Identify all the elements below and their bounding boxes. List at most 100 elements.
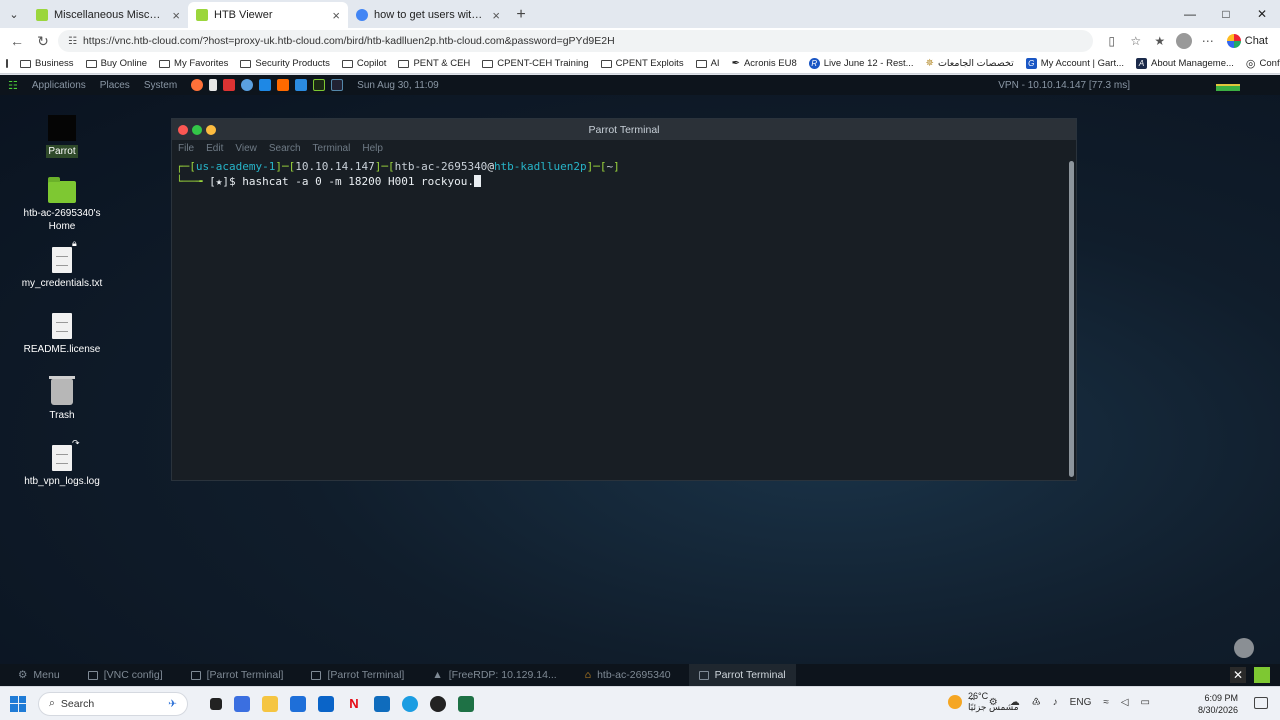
edge-icon[interactable] xyxy=(402,695,418,712)
terminal-titlebar[interactable]: Parrot Terminal xyxy=(172,119,1076,140)
taskitem-freerdp[interactable]: ▲ [FreeRDP: 10.129.14... xyxy=(422,664,566,686)
bookmark-copilot[interactable]: Copilot xyxy=(341,58,386,69)
back-icon[interactable]: ← xyxy=(6,30,28,52)
volume-icon[interactable]: ♪ xyxy=(1053,697,1058,708)
task-view-icon[interactable] xyxy=(210,697,222,710)
avatar[interactable] xyxy=(1175,32,1193,50)
system-menu[interactable]: System xyxy=(144,80,177,91)
taskitem-parrot-terminal-1[interactable]: [Parrot Terminal] xyxy=(181,664,294,686)
language-indicator[interactable]: ENG xyxy=(1070,697,1092,708)
onedrive-icon[interactable]: ☁ xyxy=(1010,697,1020,708)
tab-list-button[interactable]: ⌄ xyxy=(0,0,28,28)
battery-icon[interactable]: ▭ xyxy=(1141,697,1150,708)
speaker-icon[interactable]: ◁ xyxy=(1121,697,1129,708)
vscode-icon[interactable] xyxy=(259,79,272,91)
terminal-window[interactable]: Parrot Terminal File Edit View Search Te… xyxy=(171,118,1077,481)
bookmark-university-majors[interactable]: ✵ تخصصات الجامعات xyxy=(926,58,1014,69)
minimize-window-icon[interactable] xyxy=(206,124,216,135)
notification-icon[interactable] xyxy=(1254,697,1268,709)
more-menu-icon[interactable]: ⋯ xyxy=(1199,32,1217,50)
maximize-icon[interactable]: □ xyxy=(1208,0,1244,28)
outlook-icon[interactable] xyxy=(318,695,334,712)
bookmark-security-products[interactable]: Security Products xyxy=(240,58,330,69)
taskbar-search[interactable]: ⌕ Search ✈ xyxy=(38,691,188,716)
terminal-launcher-icon[interactable] xyxy=(313,79,326,91)
applications-menu[interactable]: Applications xyxy=(32,80,86,91)
bookmark-buy-online[interactable]: Buy Online xyxy=(85,58,147,69)
bookmark-cpent-exploits[interactable]: CPENT Exploits xyxy=(600,58,684,69)
desktop-icon-readme[interactable]: README.license xyxy=(12,313,112,356)
new-tab-button[interactable]: + xyxy=(508,2,534,28)
terminal-output[interactable]: ┌─[us-academy-1]─[10.10.14.147]─[htb-ac-… xyxy=(172,157,1076,191)
chevron-up-icon[interactable]: ⌃ xyxy=(968,697,976,708)
desktop-icon-credentials[interactable]: 🔒︎ my_credentials.txt xyxy=(12,238,112,290)
star-icon[interactable]: ☆ xyxy=(1127,32,1145,50)
bottom-menu-button[interactable]: ⚙ Menu xyxy=(8,664,70,686)
taskitem-vnc-config[interactable]: [VNC config] xyxy=(78,664,173,686)
excel-icon[interactable] xyxy=(458,695,474,712)
site-info-icon[interactable]: ☷ xyxy=(68,36,77,47)
desktop-icon-trash[interactable]: Trash xyxy=(12,376,112,422)
terminal-scrollbar[interactable] xyxy=(1069,161,1074,477)
microphone-icon[interactable]: ♳ xyxy=(1032,697,1041,708)
wifi-icon[interactable]: ≈ xyxy=(1103,697,1109,708)
menu-edit[interactable]: Edit xyxy=(206,143,223,154)
places-menu[interactable]: Places xyxy=(100,80,130,91)
burp-icon[interactable] xyxy=(277,79,290,91)
bookmark-my-favorites[interactable]: My Favorites xyxy=(159,58,228,69)
bookmark-gartner[interactable]: G My Account | Gart... xyxy=(1025,58,1124,69)
system-clock[interactable]: 6:09 PM 8/30/2026 xyxy=(1198,692,1238,716)
close-icon[interactable]: × xyxy=(492,8,500,23)
calendar-icon[interactable] xyxy=(290,695,306,712)
chrome-canary-icon[interactable] xyxy=(430,695,446,712)
close-window-icon[interactable] xyxy=(178,124,188,135)
tab-misc-misconfig[interactable]: Miscellaneous Misconfigurations | × xyxy=(28,2,188,28)
firefox-icon[interactable] xyxy=(191,79,204,91)
netflix-icon[interactable]: N xyxy=(346,696,362,712)
menu-search[interactable]: Search xyxy=(269,143,301,154)
remote-desktop[interactable]: ☷ Applications Places System Sun Aug 30,… xyxy=(0,75,1280,686)
bookmark-about-management[interactable]: A About Manageme... xyxy=(1136,58,1234,69)
collections-icon[interactable] xyxy=(6,59,8,68)
minimize-icon[interactable]: — xyxy=(1172,0,1208,28)
taskitem-home-folder[interactable]: ⌂ htb-ac-2695340 xyxy=(575,664,681,686)
close-window-icon[interactable]: ✕ xyxy=(1244,0,1280,28)
bookmark-ai[interactable]: AI xyxy=(695,58,720,69)
tab-google-search[interactable]: how to get users with passwd_not × xyxy=(348,2,508,28)
favorites-icon[interactable]: ★ xyxy=(1151,32,1169,50)
bookmark-live-june[interactable]: R Live June 12 - Rest... xyxy=(808,58,914,69)
bookmark-configuring[interactable]: ◎Configuring your... xyxy=(1246,57,1280,70)
desktop-icon-home[interactable]: htb-ac-2695340's Home xyxy=(12,177,112,233)
close-icon[interactable]: × xyxy=(172,8,180,23)
windows-start-icon[interactable] xyxy=(10,695,26,712)
maximize-window-icon[interactable] xyxy=(192,124,202,135)
desktop-icon-vpn-logs[interactable]: ↷ htb_vpn_logs.log xyxy=(12,438,112,488)
store-icon[interactable] xyxy=(234,695,250,712)
tab-htb-viewer[interactable]: HTB Viewer × xyxy=(188,2,348,28)
bookmark-pent-ceh[interactable]: PENT & CEH xyxy=(398,58,470,69)
red-icon[interactable] xyxy=(223,79,236,91)
close-icon[interactable]: ✕ xyxy=(1230,667,1246,683)
bookmark-acronis[interactable]: ✒ Acronis EU8 xyxy=(732,58,797,69)
menu-terminal[interactable]: Terminal xyxy=(313,143,351,154)
close-icon[interactable]: × xyxy=(332,8,340,23)
taskitem-parrot-terminal-active[interactable]: Parrot Terminal xyxy=(688,664,796,686)
menu-file[interactable]: File xyxy=(178,143,194,154)
screen-icon[interactable] xyxy=(331,79,344,91)
bookmark-business[interactable]: Business xyxy=(20,58,74,69)
settings-tray-icon[interactable]: ⚙ xyxy=(989,697,998,708)
chat-button[interactable]: Chat xyxy=(1221,34,1274,48)
address-bar[interactable]: ☷ https://vnc.htb-cloud.com/?host=proxy-… xyxy=(58,30,1093,52)
tor-icon[interactable] xyxy=(241,79,254,91)
desktop-icon-parrot[interactable]: Parrot xyxy=(12,115,112,158)
file-explorer-icon[interactable] xyxy=(262,695,278,712)
text-editor-icon[interactable] xyxy=(209,79,218,91)
vnc-settings-button[interactable] xyxy=(1234,638,1254,658)
reload-icon[interactable]: ↻ xyxy=(32,30,54,52)
taskitem-parrot-terminal-2[interactable]: [Parrot Terminal] xyxy=(301,664,414,686)
blue-app-icon[interactable] xyxy=(295,79,308,91)
outlook-new-icon[interactable] xyxy=(374,695,390,712)
workspace-switcher[interactable] xyxy=(1254,667,1270,683)
menu-help[interactable]: Help xyxy=(362,143,383,154)
reader-mode-icon[interactable]: ▯ xyxy=(1103,32,1121,50)
